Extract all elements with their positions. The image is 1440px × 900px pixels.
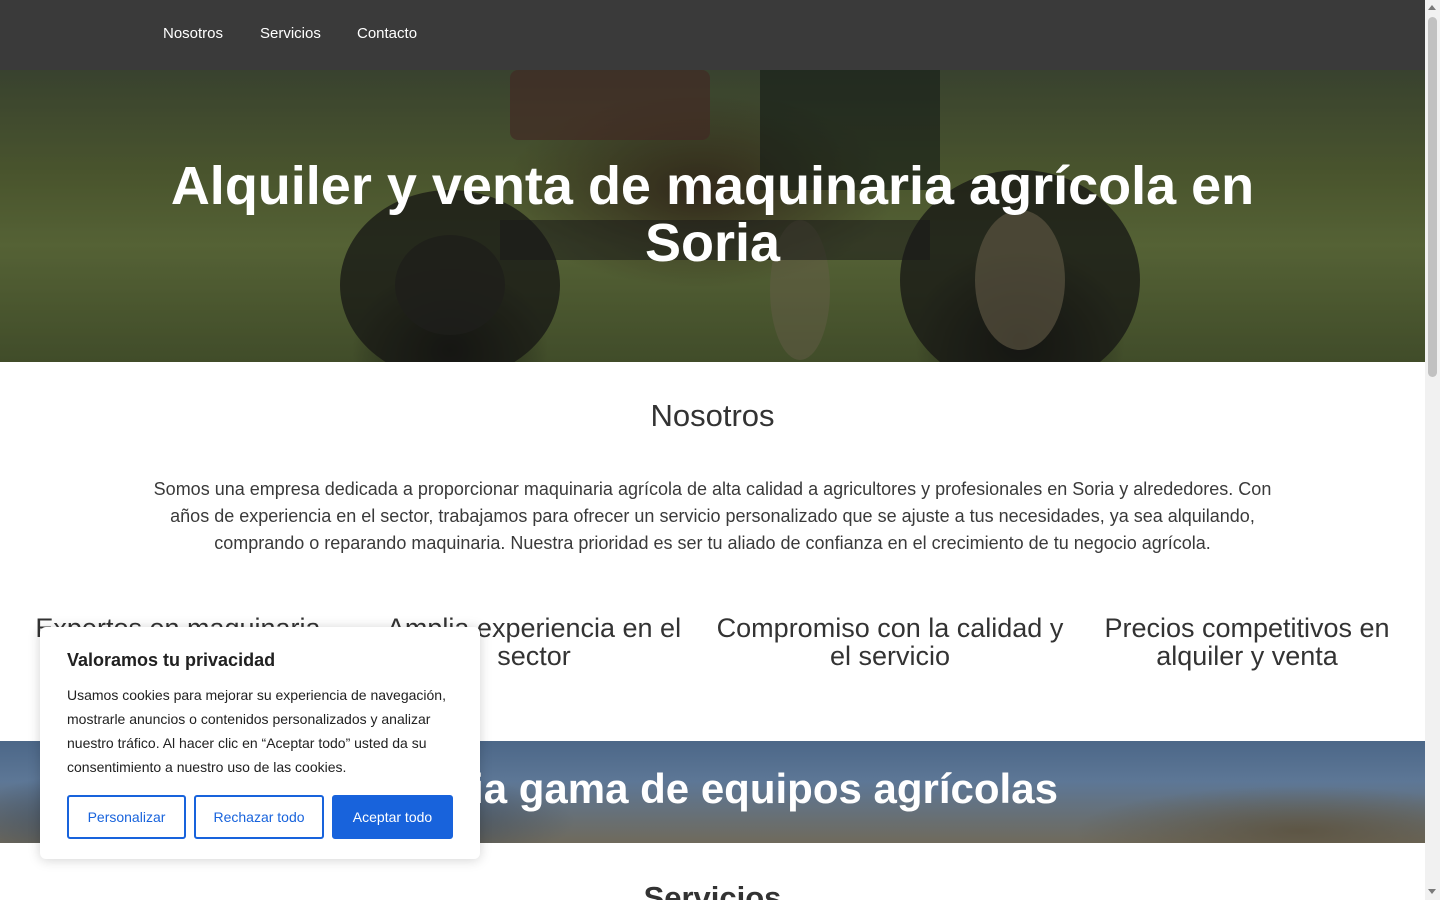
services-heading: Servicios <box>643 880 782 900</box>
nav-link-nosotros[interactable]: Nosotros <box>163 25 223 42</box>
hero-title: Alquiler y venta de maquinaria agrícola … <box>170 156 1255 273</box>
cookie-description: Usamos cookies para mejorar su experienc… <box>67 687 446 775</box>
about-heading: Nosotros <box>650 398 775 433</box>
cookie-customize-button[interactable]: Personalizar <box>67 795 186 839</box>
nav-link-servicios[interactable]: Servicios <box>260 25 321 42</box>
cookie-consent-banner: Valoramos tu privacidad Usamos cookies p… <box>40 627 480 859</box>
cookie-reject-button[interactable]: Rechazar todo <box>194 795 324 839</box>
feature-precios: Precios competitivos en alquiler y venta <box>1104 613 1390 671</box>
scrollbar-thumb[interactable] <box>1428 17 1437 377</box>
top-navbar: Nosotros Servicios Contacto <box>0 0 1425 70</box>
hero-banner: Alquiler y venta de maquinaria agrícola … <box>0 70 1425 362</box>
about-paragraph: Somos una empresa dedicada a proporciona… <box>153 479 1272 553</box>
nav-link-contacto[interactable]: Contacto <box>357 25 417 42</box>
scroll-down-arrow-icon[interactable] <box>1428 889 1436 894</box>
scroll-up-arrow-icon[interactable] <box>1428 5 1436 10</box>
page: Nosotros Servicios Contacto Alquiler y v… <box>0 0 1425 900</box>
cookie-accept-button[interactable]: Aceptar todo <box>332 795 453 839</box>
feature-calidad: Compromiso con la calidad y el servicio <box>716 613 1064 671</box>
vertical-scrollbar[interactable] <box>1425 0 1440 900</box>
cookie-title: Valoramos tu privacidad <box>67 650 276 670</box>
